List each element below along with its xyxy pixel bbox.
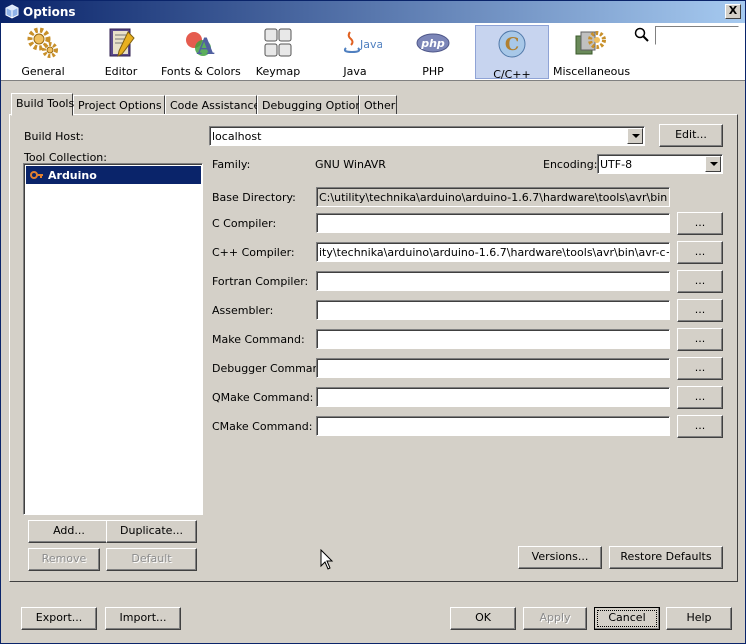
default-button[interactable]: Default — [106, 548, 197, 571]
c-compiler-input[interactable] — [316, 213, 670, 233]
make-command-label: Make Command: — [212, 333, 305, 346]
category-editor[interactable]: Editor — [87, 25, 155, 79]
options-window: Options X General Editor A Fonts & Color… — [0, 0, 746, 644]
mouse-cursor-icon — [320, 549, 334, 570]
category-fonts-colors[interactable]: A Fonts & Colors — [161, 25, 241, 79]
cpp-compiler-label: C++ Compiler: — [212, 246, 295, 259]
build-host-label: Build Host: — [24, 130, 84, 143]
tab-code-assistance[interactable]: Code Assistance — [165, 95, 260, 115]
apply-button[interactable]: Apply — [523, 607, 587, 630]
category-keymap[interactable]: Keymap — [245, 25, 311, 79]
chevron-down-icon[interactable] — [705, 156, 721, 172]
encoding-label: Encoding: — [543, 158, 598, 171]
debugger-command-input[interactable] — [316, 358, 670, 378]
add-button[interactable]: Add... — [28, 520, 110, 543]
category-general[interactable]: General — [5, 25, 81, 79]
remove-button[interactable]: Remove — [28, 548, 100, 571]
miscellaneous-icon — [575, 31, 606, 55]
cmake-command-input[interactable] — [316, 416, 670, 436]
category-label: General — [21, 65, 65, 78]
cpp-icon: C — [498, 30, 526, 58]
fortran-compiler-label: Fortran Compiler: — [212, 275, 309, 288]
cpp-compiler-browse-button[interactable]: ... — [677, 241, 723, 264]
assembler-input[interactable] — [316, 300, 670, 320]
encoding-value: UTF-8 — [600, 158, 633, 171]
window-title: Options — [23, 5, 76, 19]
qmake-command-label: QMake Command: — [212, 391, 314, 404]
fonts-colors-icon: A — [186, 32, 215, 60]
tool-collection-name: Arduino — [48, 169, 97, 182]
list-item[interactable]: Arduino — [26, 166, 201, 184]
help-button[interactable]: Help — [666, 607, 732, 630]
build-host-value: localhost — [212, 130, 262, 143]
edit-host-button[interactable]: Edit... — [659, 124, 723, 147]
import-button[interactable]: Import... — [105, 607, 181, 630]
fortran-compiler-input[interactable] — [316, 271, 670, 291]
svg-text:A: A — [196, 34, 215, 60]
category-cpp[interactable]: C C/C++ — [475, 25, 549, 81]
debugger-command-label: Debugger Command: — [212, 362, 331, 375]
export-button[interactable]: Export... — [21, 607, 97, 630]
title-bar: Options X — [1, 1, 745, 23]
category-label: Keymap — [255, 65, 301, 78]
debugger-command-browse-button[interactable]: ... — [677, 357, 723, 380]
family-label: Family: — [212, 158, 251, 171]
cancel-button[interactable]: Cancel — [594, 607, 660, 630]
tab-debugging-options[interactable]: Debugging Options — [257, 95, 368, 115]
tab-project-options[interactable]: Project Options — [73, 95, 165, 115]
search-icon — [634, 27, 649, 42]
gear-icon — [27, 27, 58, 58]
assembler-browse-button[interactable]: ... — [677, 299, 723, 322]
java-icon: Java — [343, 31, 382, 54]
qmake-command-browse-button[interactable]: ... — [677, 386, 723, 409]
netbeans-cube-icon — [5, 4, 19, 19]
category-java[interactable]: Java Java — [319, 25, 391, 79]
keymap-icon — [264, 28, 292, 57]
category-toolbar: General Editor A Fonts & Colors Keymap J… — [1, 23, 745, 81]
chevron-down-icon[interactable] — [627, 128, 643, 144]
category-label: Miscellaneous — [553, 65, 631, 78]
svg-text:C: C — [505, 34, 519, 55]
family-value: GNU WinAVR — [315, 158, 386, 171]
category-label: Java — [343, 65, 367, 78]
close-button[interactable]: X — [725, 4, 741, 19]
ok-button[interactable]: OK — [450, 607, 516, 630]
category-php[interactable]: php PHP — [399, 25, 467, 79]
make-command-input[interactable] — [316, 329, 670, 349]
category-miscellaneous[interactable]: Miscellaneous — [553, 25, 631, 79]
svg-text:Java: Java — [359, 38, 382, 51]
cpp-compiler-input[interactable]: ity\technika\arduino\arduino-1.6.7\hardw… — [316, 242, 670, 262]
restore-defaults-button[interactable]: Restore Defaults — [609, 546, 723, 569]
category-label: Fonts & Colors — [161, 65, 241, 78]
search-input[interactable] — [655, 26, 739, 45]
key-icon — [30, 171, 43, 179]
make-command-browse-button[interactable]: ... — [677, 328, 723, 351]
category-label: Editor — [104, 65, 138, 78]
tab-other[interactable]: Other — [359, 95, 397, 115]
duplicate-button[interactable]: Duplicate... — [106, 520, 197, 543]
cmake-command-browse-button[interactable]: ... — [677, 415, 723, 438]
versions-button[interactable]: Versions... — [518, 546, 602, 569]
svg-text:php: php — [420, 37, 445, 50]
base-directory-label: Base Directory: — [212, 191, 296, 204]
tool-collection-list[interactable]: Arduino — [23, 163, 203, 515]
c-compiler-browse-button[interactable]: ... — [677, 212, 723, 235]
c-compiler-label: C Compiler: — [212, 217, 277, 230]
category-label: PHP — [422, 65, 444, 78]
build-host-combo[interactable]: localhost — [209, 126, 645, 146]
qmake-command-input[interactable] — [316, 387, 670, 407]
cmake-command-label: CMake Command: — [212, 420, 313, 433]
base-directory-field: C:\utility\technika\arduino\arduino-1.6.… — [316, 187, 670, 207]
category-label: C/C++ — [493, 68, 531, 81]
encoding-combo[interactable]: UTF-8 — [597, 154, 723, 174]
fortran-compiler-browse-button[interactable]: ... — [677, 270, 723, 293]
assembler-label: Assembler: — [212, 304, 274, 317]
php-icon: php — [416, 33, 450, 53]
editor-icon — [109, 28, 135, 57]
tab-build-tools[interactable]: Build Tools — [11, 93, 74, 116]
